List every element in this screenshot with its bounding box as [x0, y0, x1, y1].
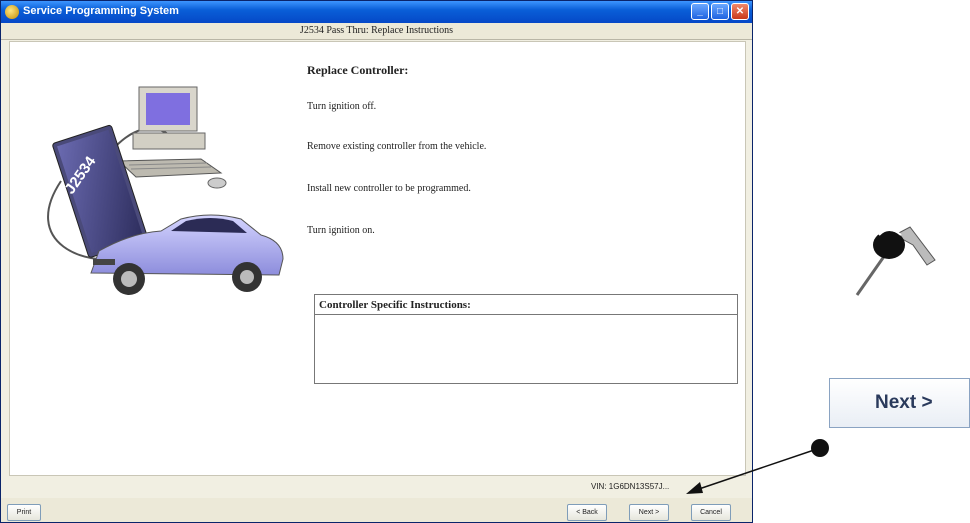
next-button-callout-label: Next >	[875, 392, 933, 413]
next-button-callout[interactable]: Next >	[829, 378, 970, 428]
title-bar[interactable]: Service Programming System _ □ ✕	[1, 1, 752, 23]
instruction-step: Turn ignition on.	[307, 225, 375, 236]
instruction-step: Remove existing controller from the vehi…	[307, 141, 487, 152]
j2534-illustration: J2534	[47, 86, 284, 295]
back-button[interactable]: < Back	[567, 504, 607, 521]
cancel-button[interactable]: Cancel	[691, 504, 731, 521]
page-subtitle: J2534 Pass Thru: Replace Instructions	[1, 23, 752, 40]
computer-illustration	[117, 86, 227, 189]
minimize-button[interactable]: _	[691, 3, 709, 20]
controller-specific-instructions-title: Controller Specific Instructions:	[315, 295, 737, 315]
print-button[interactable]: Print	[7, 504, 41, 521]
controller-specific-instructions-box: Controller Specific Instructions:	[314, 294, 738, 384]
ignition-key-icon	[855, 226, 936, 296]
window-title: Service Programming System	[23, 5, 179, 17]
close-button[interactable]: ✕	[731, 3, 749, 20]
app-icon	[5, 5, 19, 19]
instructions-heading: Replace Controller:	[307, 63, 409, 77]
application-window: Service Programming System _ □ ✕ J2534 P…	[0, 0, 753, 523]
maximize-button[interactable]: □	[711, 3, 729, 20]
next-button[interactable]: Next >	[629, 504, 669, 521]
instruction-step: Install new controller to be programmed.	[307, 183, 471, 194]
vin-label: VIN: 1G6DN13S57J...	[591, 482, 670, 491]
instruction-step: Turn ignition off.	[307, 101, 377, 112]
